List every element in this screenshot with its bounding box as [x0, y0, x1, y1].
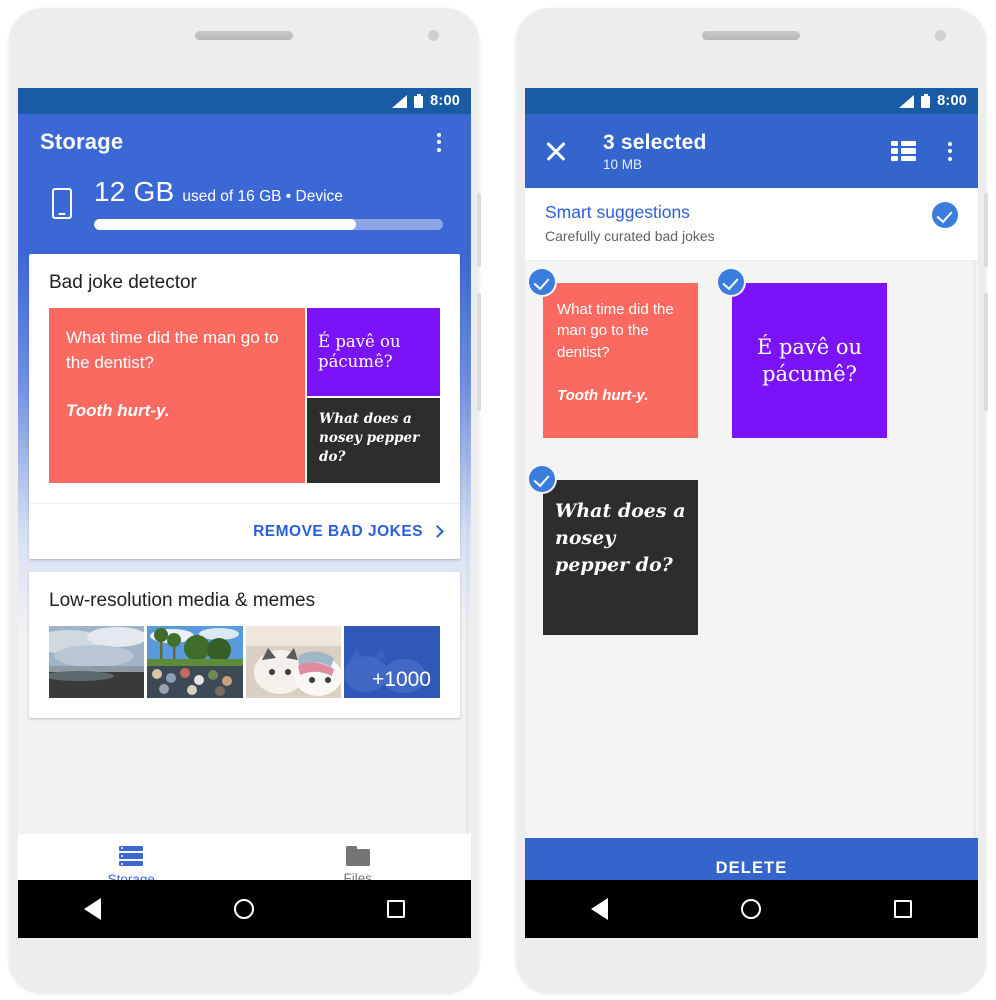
- thumbnail-beach[interactable]: [49, 626, 145, 698]
- joke-mosaic-right: É pavê ou pácumê? What does a nosey pepp…: [307, 308, 440, 483]
- delete-button-label: DELETE: [715, 858, 788, 877]
- thumbnail-crowd[interactable]: [147, 626, 243, 698]
- power-button[interactable]: [477, 293, 481, 411]
- smart-suggestions-title: Smart suggestions: [545, 202, 690, 222]
- selection-app-bar: 3 selected 10 MB: [525, 114, 978, 188]
- more-count-label: +1000: [372, 668, 431, 691]
- left-phone-frame: 8:00 Storage 12 GB used of 16 GB • Devic…: [9, 8, 481, 993]
- battery-icon: [921, 94, 931, 108]
- kebab-menu-icon[interactable]: [938, 139, 962, 163]
- right-phone-frame: 8:00 3 selected 10 MB Smart suggestions: [516, 8, 988, 993]
- earpiece-speaker: [702, 31, 800, 40]
- storage-used-value: 12 GB: [94, 176, 175, 207]
- joke-question: What time did the man go to the dentist?: [557, 301, 674, 361]
- volume-button[interactable]: [477, 193, 481, 267]
- earpiece-speaker: [195, 31, 293, 40]
- signal-triangle-icon: [392, 94, 408, 108]
- grid-row: What time did the man go to the dentist?…: [529, 269, 960, 438]
- kebab-menu-icon[interactable]: [427, 130, 451, 154]
- home-circle-icon[interactable]: [233, 899, 254, 919]
- remove-bad-jokes-button[interactable]: REMOVE BAD JOKES: [29, 503, 460, 559]
- remove-bad-jokes-label: REMOVE BAD JOKES: [253, 522, 423, 540]
- thumbnail-more-overlay[interactable]: +1000: [344, 626, 440, 698]
- check-circle-icon[interactable]: [932, 202, 958, 228]
- app-bar-row: Storage: [18, 114, 471, 170]
- smart-suggestions-row[interactable]: Smart suggestions Carefully curated bad …: [525, 188, 978, 261]
- volume-button[interactable]: [984, 193, 988, 267]
- list-view-icon[interactable]: [891, 140, 916, 162]
- storage-progress-bar: [94, 219, 443, 230]
- grid-row: What does a nosey pepper do?: [529, 466, 960, 635]
- selected-tile-purple[interactable]: É pavê ou pácumê?: [732, 283, 887, 438]
- status-bar-clock: 8:00: [430, 93, 460, 109]
- status-bar: 8:00: [525, 88, 978, 114]
- content-scrollbar[interactable]: [466, 254, 469, 834]
- folder-icon: [345, 846, 370, 866]
- thumbnail-cats[interactable]: [245, 626, 342, 698]
- joke-question: What time did the man go to the dentist?: [66, 328, 279, 372]
- left-phone-screen: 8:00 Storage 12 GB used of 16 GB • Devic…: [18, 88, 471, 898]
- status-bar-clock: 8:00: [937, 93, 967, 109]
- joke-mosaic-left: What time did the man go to the dentist?…: [49, 308, 306, 483]
- joke-mosaic: What time did the man go to the dentist?…: [29, 308, 460, 503]
- page-title: Storage: [40, 129, 124, 154]
- selected-tiles-grid: What time did the man go to the dentist?…: [525, 261, 978, 838]
- storage-content-scroll[interactable]: Bad joke detector What time did the man …: [18, 254, 471, 834]
- joke-tile-red[interactable]: What time did the man go to the dentist?…: [49, 308, 306, 483]
- battery-icon: [414, 94, 424, 108]
- storage-progress-fill: [94, 219, 356, 230]
- android-navigation-bar: [18, 880, 471, 938]
- close-x-icon[interactable]: [543, 138, 569, 164]
- check-circle-icon[interactable]: [529, 269, 555, 295]
- card-low-resolution-media: Low-resolution media & memes +1000: [29, 572, 460, 718]
- grid-cell-empty: [732, 480, 887, 635]
- grid-cell-joke-dark: What does a nosey pepper do?: [529, 466, 698, 635]
- home-circle-icon[interactable]: [740, 899, 761, 919]
- back-triangle-icon[interactable]: [591, 898, 609, 920]
- screenshot-stage: 8:00 Storage 12 GB used of 16 GB • Devic…: [0, 0, 996, 1000]
- check-circle-icon[interactable]: [529, 466, 555, 492]
- power-button[interactable]: [984, 293, 988, 411]
- storage-bars-icon: [119, 845, 144, 867]
- chevron-right-icon: [431, 525, 444, 538]
- joke-tile-purple[interactable]: É pavê ou pácumê?: [307, 308, 440, 396]
- front-camera-icon: [428, 30, 439, 41]
- thumbnail-strip: +1000: [29, 626, 460, 718]
- grid-cell-joke-red: What time did the man go to the dentist?…: [529, 269, 698, 438]
- selection-texts: 3 selected 10 MB: [581, 131, 879, 172]
- selection-count: 3 selected: [603, 130, 707, 154]
- grid-scrollbar[interactable]: [973, 261, 976, 838]
- recents-square-icon[interactable]: [893, 900, 912, 918]
- signal-triangle-icon: [899, 94, 915, 108]
- selected-tile-red[interactable]: What time did the man go to the dentist?…: [543, 283, 698, 438]
- storage-detail-text: used of 16 GB • Device: [182, 188, 343, 205]
- grid-cell-joke-purple: É pavê ou pácumê?: [718, 269, 887, 438]
- card-title: Low-resolution media & memes: [49, 590, 316, 611]
- card-title: Bad joke detector: [49, 272, 197, 293]
- joke-tile-dark[interactable]: What does a nosey pepper do?: [307, 398, 440, 483]
- right-phone-screen: 8:00 3 selected 10 MB Smart suggestions: [525, 88, 978, 898]
- status-bar: 8:00: [18, 88, 471, 114]
- smart-suggestions-subtitle: Carefully curated bad jokes: [545, 228, 715, 244]
- selection-size: 10 MB: [603, 156, 643, 172]
- smart-suggestions-texts: Smart suggestions Carefully curated bad …: [545, 202, 932, 244]
- joke-answer: Tooth hurt-y.: [557, 386, 649, 404]
- android-navigation-bar: [525, 880, 978, 938]
- front-camera-icon: [935, 30, 946, 41]
- phone-device-icon: [52, 187, 72, 219]
- selected-tile-dark[interactable]: What does a nosey pepper do?: [543, 480, 698, 635]
- storage-app-bar: Storage 12 GB used of 16 GB • Device: [18, 114, 471, 254]
- back-triangle-icon[interactable]: [84, 898, 102, 920]
- storage-info: 12 GB used of 16 GB • Device: [94, 176, 443, 230]
- check-circle-icon[interactable]: [718, 269, 744, 295]
- storage-summary: 12 GB used of 16 GB • Device: [18, 176, 471, 230]
- joke-answer: Tooth hurt-y.: [66, 401, 170, 421]
- recents-square-icon[interactable]: [386, 900, 405, 918]
- card-bad-joke-detector: Bad joke detector What time did the man …: [29, 254, 460, 559]
